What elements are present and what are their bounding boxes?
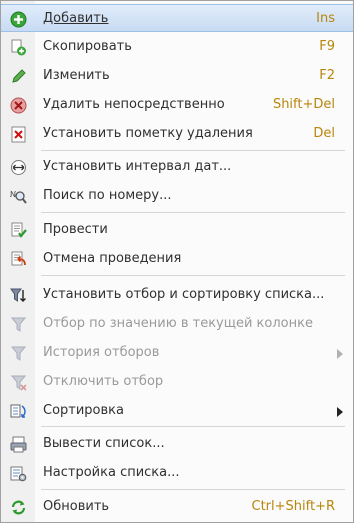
print-list-icon <box>10 436 27 453</box>
list-settings-icon <box>10 466 27 482</box>
menu-item-label: Установить пометку удаления <box>43 126 253 141</box>
menu-item-label: Установить отбор и сортировку списка... <box>43 287 325 302</box>
menu-item-label: Поиск по номеру... <box>43 188 172 203</box>
menu-item-filter-by-value[interactable]: Отбор по значению в текущей колонке <box>1 310 353 338</box>
menu-item-refresh[interactable]: Обновить Ctrl+Shift+R <box>1 493 353 521</box>
separator <box>41 275 345 276</box>
menu-item-edit[interactable]: Изменить F2 <box>1 62 353 90</box>
sort-icon <box>10 404 26 418</box>
menu-item-shortcut: Del <box>313 126 335 141</box>
context-menu: Добавить Ins Скопировать F9 Изменить F2 … <box>0 0 354 523</box>
menu-item-label: Добавить <box>43 11 109 26</box>
menu-item-add[interactable]: Добавить Ins <box>1 4 353 32</box>
delete-icon <box>10 97 27 114</box>
menu-item-delete[interactable]: Удалить непосредственно Shift+Del <box>1 91 353 119</box>
filter-sort-icon <box>10 288 26 302</box>
menu-item-filter-off[interactable]: Отключить отбор <box>1 368 353 396</box>
menu-item-label: Настройка списка... <box>43 465 180 480</box>
menu-item-shortcut: Shift+Del <box>272 97 335 112</box>
menu-item-label: Скопировать <box>43 39 132 54</box>
menu-item-shortcut: F9 <box>319 39 335 54</box>
menu-item-filter-sort[interactable]: Установить отбор и сортировку списка... <box>1 281 353 309</box>
menu-item-sort[interactable]: Сортировка <box>1 397 353 425</box>
menu-item-label: История отборов <box>43 345 160 360</box>
menu-item-shortcut: Ins <box>316 11 335 26</box>
refresh-icon <box>11 500 26 515</box>
menu-item-search-number[interactable]: № Поиск по номеру... <box>1 182 353 210</box>
submenu-arrow-icon <box>337 349 343 359</box>
add-icon <box>10 11 27 28</box>
menu-item-label: Установить интервал дат... <box>43 159 232 174</box>
submenu-arrow-icon <box>337 407 343 417</box>
copy-icon <box>11 39 26 56</box>
separator <box>41 212 345 213</box>
mark-delete-icon <box>11 126 26 143</box>
search-number-icon: № <box>10 190 27 204</box>
menu-item-label: Сортировка <box>43 403 124 418</box>
filter-history-icon <box>10 346 27 361</box>
filter-off-icon <box>10 375 27 391</box>
menu-item-filter-history[interactable]: История отборов <box>1 339 353 367</box>
menu-item-date-interval[interactable]: Установить интервал дат... <box>1 153 353 181</box>
menu-item-post[interactable]: Провести <box>1 216 353 244</box>
menu-item-mark-delete[interactable]: Установить пометку удаления Del <box>1 120 353 148</box>
menu-item-label: Отмена проведения <box>43 251 182 266</box>
menu-item-copy[interactable]: Скопировать F9 <box>1 33 353 61</box>
menu-item-label: Отключить отбор <box>43 374 164 389</box>
menu-item-label: Провести <box>43 222 108 237</box>
separator <box>41 426 345 427</box>
separator <box>41 150 345 151</box>
menu-item-label: Изменить <box>43 68 110 83</box>
filter-by-value-icon <box>10 317 27 332</box>
menu-item-label: Отбор по значению в текущей колонке <box>43 316 313 331</box>
menu-item-label: Вывести список... <box>43 436 165 451</box>
menu-item-list-settings[interactable]: Настройка списка... <box>1 459 353 487</box>
date-interval-icon <box>11 160 26 175</box>
post-document-icon <box>11 222 27 238</box>
cancel-posting-icon <box>11 251 26 266</box>
menu-item-label: Обновить <box>43 499 110 514</box>
separator <box>41 489 345 490</box>
menu-item-cancel-posting[interactable]: Отмена проведения <box>1 245 353 273</box>
menu-item-print-list[interactable]: Вывести список... <box>1 430 353 458</box>
edit-pencil-icon <box>12 69 26 83</box>
menu-item-shortcut: Ctrl+Shift+R <box>251 499 336 514</box>
menu-item-label: Удалить непосредственно <box>43 97 225 112</box>
menu-item-shortcut: F2 <box>319 68 335 83</box>
